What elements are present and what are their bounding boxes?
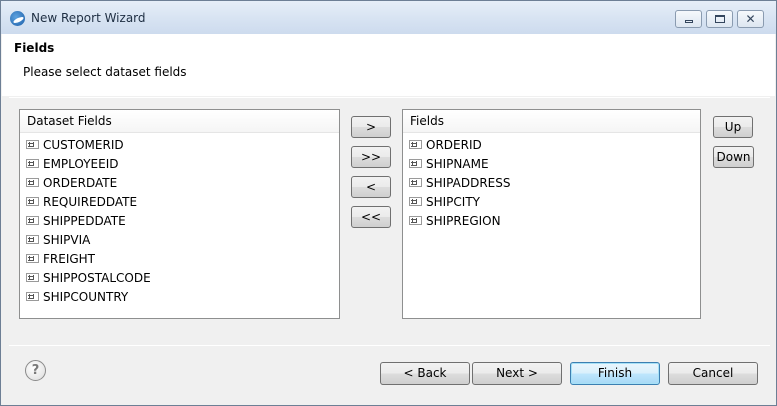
list-item[interactable]: FREIGHT bbox=[20, 250, 339, 269]
back-button[interactable]: < Back bbox=[380, 362, 470, 385]
minimize-icon bbox=[685, 20, 693, 23]
dataset-fields-header: Dataset Fields bbox=[20, 110, 339, 133]
field-label: EMPLOYEEID bbox=[43, 157, 119, 171]
selected-fields-header: Fields bbox=[403, 110, 700, 133]
finish-button[interactable]: Finish bbox=[570, 362, 660, 385]
field-icon bbox=[409, 216, 422, 225]
field-label: CUSTOMERID bbox=[43, 138, 124, 152]
selected-fields-list[interactable]: Fields ORDERID SHIPNAME SHIPADDRESS SHIPCIT… bbox=[402, 109, 701, 319]
field-label: SHIPPOSTALCODE bbox=[43, 271, 151, 285]
dataset-fields-list[interactable]: Dataset Fields CUSTOMERID EMPLOYEEID ORDER… bbox=[19, 109, 340, 319]
list-item[interactable]: ORDERID bbox=[403, 136, 700, 155]
add-field-button[interactable]: > bbox=[351, 116, 391, 138]
list-item[interactable]: SHIPCITY bbox=[403, 193, 700, 212]
field-label: FREIGHT bbox=[43, 252, 96, 266]
minimize-button[interactable] bbox=[675, 10, 702, 28]
cancel-button[interactable]: Cancel bbox=[668, 362, 758, 385]
field-icon bbox=[26, 178, 39, 187]
remove-all-fields-button[interactable]: << bbox=[351, 206, 391, 228]
list-item[interactable]: ORDERDATE bbox=[20, 174, 339, 193]
field-icon bbox=[26, 273, 39, 282]
field-label: SHIPADDRESS bbox=[426, 176, 511, 190]
page-title: Fields bbox=[14, 41, 55, 55]
list-item[interactable]: SHIPPOSTALCODE bbox=[20, 269, 339, 288]
list-item[interactable]: SHIPPEDDATE bbox=[20, 212, 339, 231]
close-icon: ✕ bbox=[745, 12, 756, 26]
list-item[interactable]: EMPLOYEEID bbox=[20, 155, 339, 174]
field-label: SHIPNAME bbox=[426, 157, 489, 171]
list-item[interactable]: SHIPREGION bbox=[403, 212, 700, 231]
field-label: SHIPVIA bbox=[43, 233, 91, 247]
maximize-icon bbox=[715, 15, 725, 23]
wizard-header: Fields Please select dataset fields bbox=[2, 34, 775, 96]
page-description: Please select dataset fields bbox=[23, 65, 187, 79]
field-label: SHIPCITY bbox=[426, 195, 480, 209]
field-icon bbox=[409, 159, 422, 168]
field-icon bbox=[26, 216, 39, 225]
selected-fields-items: ORDERID SHIPNAME SHIPADDRESS SHIPCITY SHIPRE… bbox=[403, 133, 700, 231]
field-icon bbox=[26, 159, 39, 168]
header-divider bbox=[9, 97, 770, 98]
help-icon[interactable]: ? bbox=[25, 360, 46, 381]
list-item[interactable]: SHIPNAME bbox=[403, 155, 700, 174]
field-icon bbox=[26, 292, 39, 301]
field-label: SHIPPEDDATE bbox=[43, 214, 126, 228]
field-label: ORDERDATE bbox=[43, 176, 118, 190]
window-title: New Report Wizard bbox=[31, 11, 146, 25]
field-label: ORDERID bbox=[426, 138, 482, 152]
list-item[interactable]: REQUIREDDATE bbox=[20, 193, 339, 212]
field-icon bbox=[26, 235, 39, 244]
list-item[interactable]: CUSTOMERID bbox=[20, 136, 339, 155]
list-item[interactable]: SHIPVIA bbox=[20, 231, 339, 250]
list-item[interactable]: SHIPCOUNTRY bbox=[20, 288, 339, 307]
field-label: REQUIREDDATE bbox=[43, 195, 138, 209]
field-icon bbox=[26, 140, 39, 149]
title-bar[interactable]: New Report Wizard ✕ bbox=[1, 1, 776, 34]
remove-field-button[interactable]: < bbox=[351, 176, 391, 198]
field-icon bbox=[409, 197, 422, 206]
dataset-fields-items: CUSTOMERID EMPLOYEEID ORDERDATE REQUIREDDAT… bbox=[20, 133, 339, 307]
report-wizard-window: New Report Wizard ✕ Fields Please select… bbox=[0, 0, 777, 406]
field-icon bbox=[409, 140, 422, 149]
footer-divider bbox=[9, 345, 770, 346]
add-all-fields-button[interactable]: >> bbox=[351, 146, 391, 168]
close-button[interactable]: ✕ bbox=[737, 10, 764, 28]
field-icon bbox=[409, 178, 422, 187]
move-down-button[interactable]: Down bbox=[713, 146, 754, 168]
field-icon bbox=[26, 197, 39, 206]
move-up-button[interactable]: Up bbox=[713, 116, 753, 138]
maximize-button[interactable] bbox=[706, 10, 733, 28]
list-item[interactable]: SHIPADDRESS bbox=[403, 174, 700, 193]
report-wizard-icon bbox=[10, 11, 25, 26]
field-label: SHIPREGION bbox=[426, 214, 501, 228]
next-button[interactable]: Next > bbox=[472, 362, 562, 385]
field-icon bbox=[26, 254, 39, 263]
field-label: SHIPCOUNTRY bbox=[43, 290, 129, 304]
